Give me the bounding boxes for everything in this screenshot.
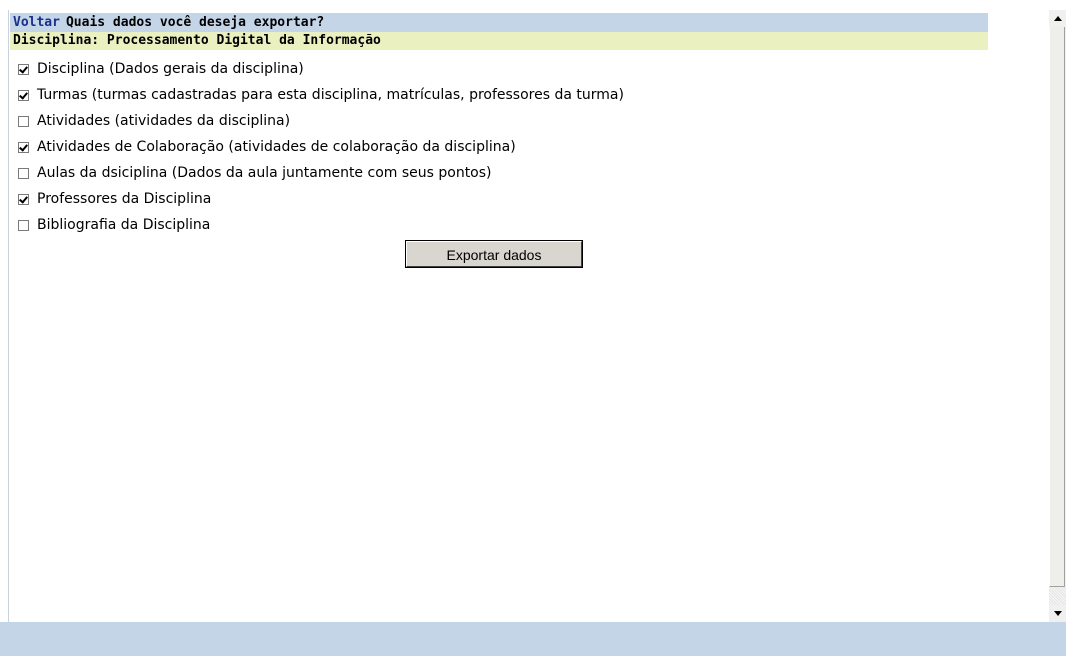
header-bar: Voltar Quais dados você deseja exportar?: [10, 13, 988, 32]
arrow-down-icon: [1053, 611, 1062, 616]
option-label: Aulas da dsiciplina (Dados da aula junta…: [37, 165, 492, 181]
checkbox[interactable]: [18, 219, 29, 231]
option-atividades-colaboracao[interactable]: Atividades de Colaboração (atividades de…: [10, 134, 988, 160]
option-professores[interactable]: Professores da Disciplina: [10, 186, 988, 212]
page-title: Quais dados você deseja exportar?: [65, 15, 325, 30]
checkbox[interactable]: [18, 89, 29, 101]
back-link[interactable]: Voltar: [13, 15, 60, 30]
actions-row: Exportar dados: [10, 240, 988, 268]
scroll-up-button[interactable]: [1049, 10, 1066, 27]
option-label: Atividades de Colaboração (atividades de…: [37, 139, 516, 155]
arrow-up-icon: [1053, 16, 1062, 21]
option-label: Bibliografia da Disciplina: [37, 217, 211, 233]
scroll-down-button[interactable]: [1049, 605, 1066, 622]
scroll-track[interactable]: [1049, 587, 1066, 605]
vertical-scrollbar[interactable]: [1049, 10, 1066, 622]
export-button[interactable]: Exportar dados: [405, 240, 583, 268]
option-label: Atividades (atividades da disciplina): [37, 113, 291, 129]
option-label: Disciplina (Dados gerais da disciplina): [37, 61, 304, 77]
checkbox[interactable]: [18, 63, 29, 75]
option-label: Professores da Disciplina: [37, 191, 212, 207]
checkbox[interactable]: [18, 193, 29, 205]
checkbox[interactable]: [18, 115, 29, 127]
scroll-thumb[interactable]: [1049, 27, 1065, 587]
option-turmas[interactable]: Turmas (turmas cadastradas para esta dis…: [10, 82, 988, 108]
option-aulas[interactable]: Aulas da dsiciplina (Dados da aula junta…: [10, 160, 988, 186]
top-strip: [0, 0, 1066, 10]
export-options-list: Disciplina (Dados gerais da disciplina) …: [10, 56, 988, 238]
export-panel: Voltar Quais dados você deseja exportar? …: [10, 13, 988, 268]
option-label: Turmas (turmas cadastradas para esta dis…: [37, 87, 624, 103]
subject-title: Disciplina: Processamento Digital da Inf…: [10, 32, 988, 50]
checkbox[interactable]: [18, 167, 29, 179]
option-bibliografia[interactable]: Bibliografia da Disciplina: [10, 212, 988, 238]
option-disciplina[interactable]: Disciplina (Dados gerais da disciplina): [10, 56, 988, 82]
option-atividades[interactable]: Atividades (atividades da disciplina): [10, 108, 988, 134]
footer-bar: [0, 622, 1066, 656]
checkbox[interactable]: [18, 141, 29, 153]
